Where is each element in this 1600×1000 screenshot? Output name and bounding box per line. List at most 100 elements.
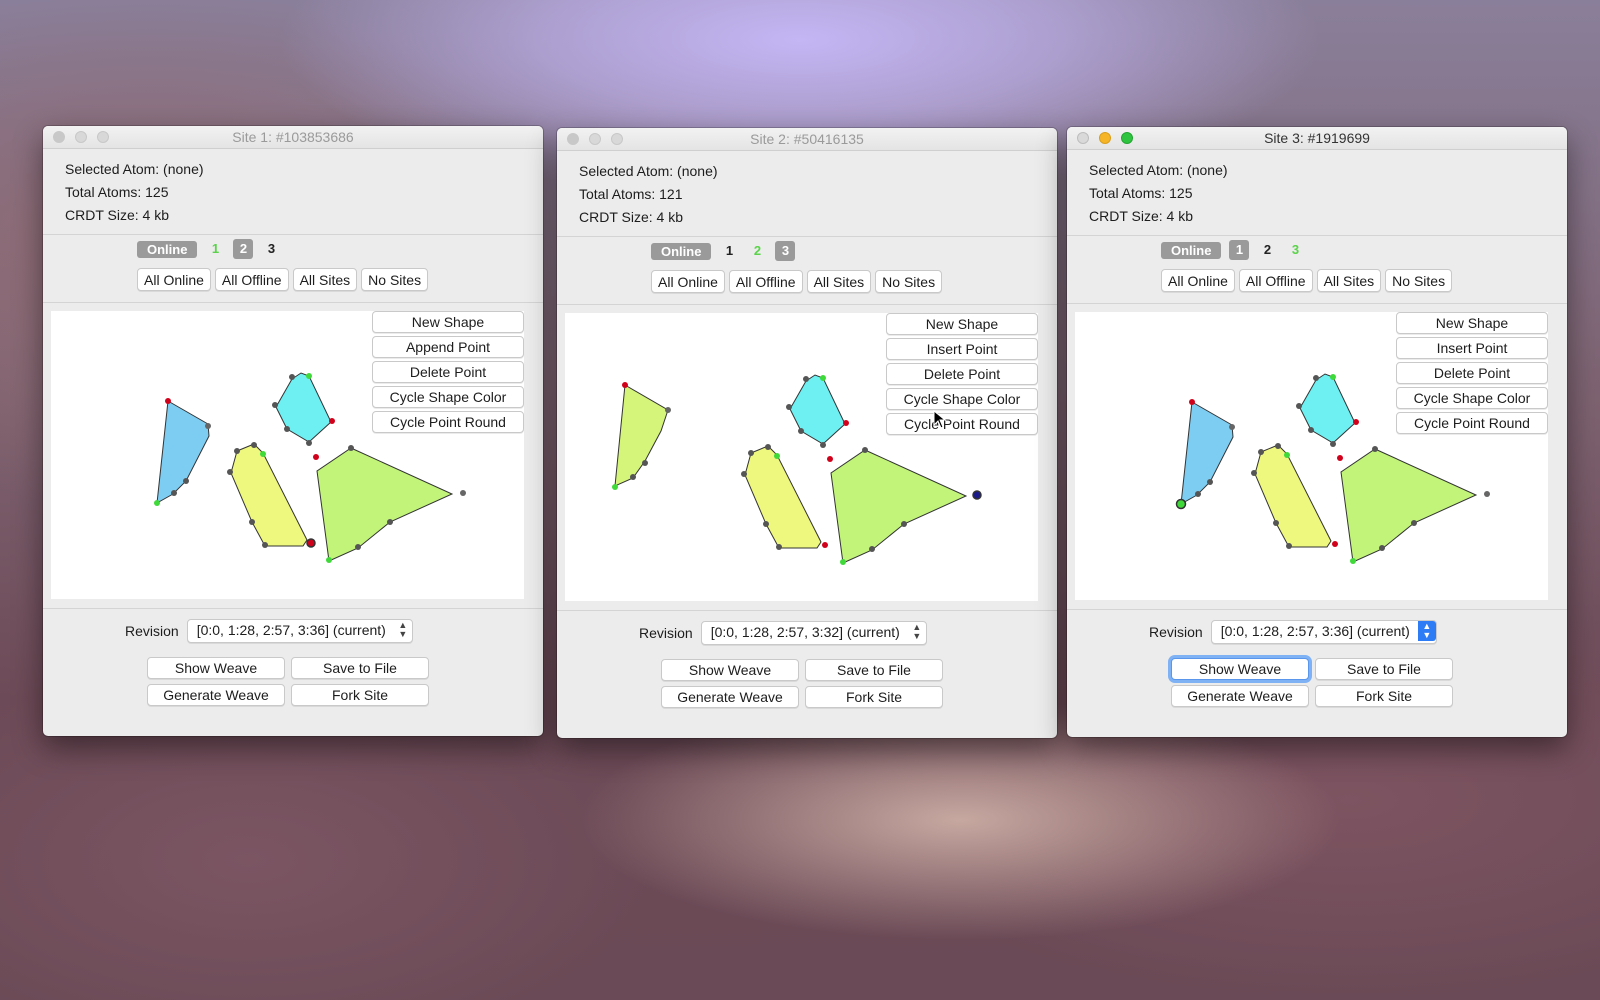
shape-point[interactable] (765, 444, 771, 450)
blue-shape[interactable] (156, 400, 210, 504)
show-weave-button[interactable]: Show Weave (147, 657, 285, 679)
delete-point-button[interactable]: Delete Point (1396, 362, 1548, 384)
shape-point[interactable] (820, 442, 826, 448)
zoom-button[interactable] (1121, 132, 1133, 144)
save-to-file-button[interactable]: Save to File (1315, 658, 1453, 680)
lime-shape[interactable] (614, 384, 669, 487)
shape-point[interactable] (251, 442, 257, 448)
shape-point[interactable] (1379, 545, 1385, 551)
shape-point[interactable] (326, 557, 332, 563)
shape-point[interactable] (306, 538, 316, 548)
all-offline-button[interactable]: All Offline (214, 268, 289, 291)
site-toggle-3[interactable]: 3 (1285, 240, 1305, 260)
save-to-file-button[interactable]: Save to File (291, 657, 429, 679)
all-online-button[interactable]: All Online (651, 270, 725, 293)
shape-point[interactable] (1330, 441, 1336, 447)
drawing-canvas[interactable]: New Shape Insert Point Delete Point Cycl… (565, 313, 1038, 601)
shape-point[interactable] (1337, 455, 1343, 461)
all-offline-button[interactable]: All Offline (1238, 269, 1313, 292)
all-online-button[interactable]: All Online (1161, 269, 1235, 292)
shape-point[interactable] (1330, 374, 1336, 380)
point-action-button[interactable]: Insert Point (886, 338, 1038, 360)
minimize-button[interactable] (589, 133, 601, 145)
shape-point[interactable] (1484, 491, 1490, 497)
shape-point[interactable] (154, 500, 160, 506)
shape-point[interactable] (1286, 543, 1292, 549)
shape-point[interactable] (289, 374, 295, 380)
shape-point[interactable] (622, 382, 628, 388)
shape-point[interactable] (1308, 427, 1314, 433)
point-action-button[interactable]: Append Point (372, 336, 524, 358)
site-toggle-3[interactable]: 3 (261, 239, 281, 259)
title-bar[interactable]: Site 1: #103853686 (43, 126, 543, 149)
shape-point[interactable] (822, 542, 828, 548)
shape-point[interactable] (827, 456, 833, 462)
shape-point[interactable] (306, 373, 312, 379)
online-toggle[interactable]: Online (137, 240, 198, 258)
shape-point[interactable] (1258, 449, 1264, 455)
shape-point[interactable] (642, 460, 648, 466)
point-action-button[interactable]: Insert Point (1396, 337, 1548, 359)
zoom-button[interactable] (97, 131, 109, 143)
shape-point[interactable] (1350, 558, 1356, 564)
shape-point[interactable] (862, 447, 868, 453)
shape-point[interactable] (249, 519, 255, 525)
show-weave-button[interactable]: Show Weave (1171, 658, 1309, 680)
site-toggle-1[interactable]: 1 (1229, 240, 1250, 260)
new-shape-button[interactable]: New Shape (886, 313, 1038, 335)
shape-point[interactable] (869, 546, 875, 552)
yellow-shape[interactable] (230, 443, 308, 547)
site-toggle-2[interactable]: 2 (233, 239, 254, 259)
shape-point[interactable] (272, 402, 278, 408)
revision-select[interactable]: [0:0, 1:28, 2:57, 3:36] (current) ▲ ▼ (186, 619, 413, 643)
fork-site-button[interactable]: Fork Site (1315, 685, 1453, 707)
cycle-point-round-button[interactable]: Cycle Point Round (886, 413, 1038, 435)
shape-point[interactable] (1372, 446, 1378, 452)
shape-point[interactable] (776, 544, 782, 550)
delete-point-button[interactable]: Delete Point (886, 363, 1038, 385)
cycle-shape-color-button[interactable]: Cycle Shape Color (372, 386, 524, 408)
shape-point[interactable] (840, 559, 846, 565)
shape-point[interactable] (205, 423, 211, 429)
shape-point[interactable] (1313, 375, 1319, 381)
shape-point[interactable] (612, 484, 618, 490)
shape-point[interactable] (1332, 541, 1338, 547)
new-shape-button[interactable]: New Shape (372, 311, 524, 333)
yellow-shape[interactable] (744, 445, 822, 549)
close-button[interactable] (1077, 132, 1089, 144)
title-bar[interactable]: Site 3: #1919699 (1067, 127, 1567, 150)
shape-point[interactable] (665, 407, 671, 413)
shape-point[interactable] (165, 398, 171, 404)
green-shape[interactable] (316, 447, 454, 562)
blue-shape[interactable] (1180, 401, 1234, 505)
fork-site-button[interactable]: Fork Site (805, 686, 943, 708)
shape-point[interactable] (227, 469, 233, 475)
shape-point[interactable] (262, 542, 268, 548)
shape-point[interactable] (234, 448, 240, 454)
shape-point[interactable] (820, 375, 826, 381)
drawing-canvas[interactable]: New Shape Append Point Delete Point Cycl… (51, 311, 524, 599)
cycle-shape-color-button[interactable]: Cycle Shape Color (886, 388, 1038, 410)
cycle-shape-color-button[interactable]: Cycle Shape Color (1396, 387, 1548, 409)
new-shape-button[interactable]: New Shape (1396, 312, 1548, 334)
shape-point[interactable] (1284, 452, 1290, 458)
shape-point[interactable] (1411, 520, 1417, 526)
show-weave-button[interactable]: Show Weave (661, 659, 799, 681)
shape-point[interactable] (313, 454, 319, 460)
shape-point[interactable] (1275, 443, 1281, 449)
online-toggle[interactable]: Online (651, 242, 712, 260)
shape-point[interactable] (1229, 424, 1235, 430)
shape-point[interactable] (748, 450, 754, 456)
cyan-shape[interactable] (789, 374, 846, 445)
cyan-shape[interactable] (1299, 373, 1356, 444)
shape-point[interactable] (1251, 470, 1257, 476)
online-toggle[interactable]: Online (1161, 241, 1222, 259)
shape-point[interactable] (306, 440, 312, 446)
generate-weave-button[interactable]: Generate Weave (147, 684, 285, 706)
shape-point[interactable] (843, 420, 849, 426)
shape-point[interactable] (284, 426, 290, 432)
shape-point[interactable] (1353, 419, 1359, 425)
site-toggle-1[interactable]: 1 (205, 239, 225, 259)
shape-point[interactable] (1175, 498, 1187, 510)
minimize-button[interactable] (75, 131, 87, 143)
